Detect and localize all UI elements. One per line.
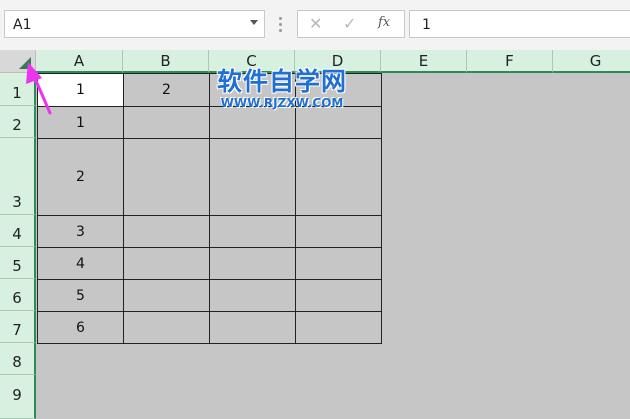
row-header-label: 3 — [12, 193, 22, 211]
column-header-g[interactable]: G — [553, 50, 630, 73]
row-header-6[interactable]: 6 — [0, 279, 36, 311]
drag-handle-icon[interactable] — [279, 16, 282, 32]
row-header-label: 4 — [12, 225, 22, 243]
watermark-url: WWW.RJZXW.COM — [220, 96, 344, 110]
row-header-1[interactable]: 1 — [0, 73, 36, 106]
cell-a1[interactable]: 1 — [37, 73, 124, 107]
row-header-label: 2 — [12, 116, 22, 134]
cell-c4[interactable] — [209, 215, 296, 248]
formula-value: 1 — [422, 17, 431, 33]
cell-d5[interactable] — [295, 247, 382, 280]
cell-b1[interactable]: 2 — [123, 73, 210, 107]
cell-b4[interactable] — [123, 215, 210, 248]
insert-function-icon[interactable]: fx — [378, 15, 390, 30]
row-header-5[interactable]: 5 — [0, 247, 36, 279]
name-box[interactable]: A1 — [4, 10, 265, 38]
row-header-3[interactable]: 3 — [0, 138, 36, 215]
select-all-triangle-icon[interactable] — [19, 57, 31, 69]
formula-bar: A1 ✕ ✓ fx 1 — [0, 0, 630, 50]
cell-b5[interactable] — [123, 247, 210, 280]
cell-c2[interactable] — [209, 106, 296, 139]
row-header-4[interactable]: 4 — [0, 215, 36, 247]
cell-b3[interactable] — [123, 138, 210, 216]
cell-d7[interactable] — [295, 311, 382, 344]
cell-a7[interactable]: 6 — [37, 311, 124, 344]
cell-a2[interactable]: 1 — [37, 106, 124, 139]
cell-a5[interactable]: 4 — [37, 247, 124, 280]
row-header-label: 5 — [12, 257, 22, 275]
row-header-label: 6 — [12, 289, 22, 307]
watermark-title: 软件自学网 — [216, 67, 347, 96]
cell-b2[interactable] — [123, 106, 210, 139]
cell-b7[interactable] — [123, 311, 210, 344]
cell-d6[interactable] — [295, 279, 382, 312]
formula-buttons: ✕ ✓ fx — [297, 10, 405, 38]
name-box-value: A1 — [13, 17, 32, 33]
column-header-a[interactable]: A — [36, 50, 123, 73]
cell-a6[interactable]: 5 — [37, 279, 124, 312]
cell-b6[interactable] — [123, 279, 210, 312]
cell-c7[interactable] — [209, 311, 296, 344]
data-range: 1 2 1 2 3 4 5 6 — [37, 73, 382, 344]
row-header-8[interactable]: 8 — [0, 343, 36, 375]
cell-d3[interactable] — [295, 138, 382, 216]
column-header-b[interactable]: B — [123, 50, 209, 73]
cell-a3[interactable]: 2 — [37, 138, 124, 216]
select-all-button[interactable] — [0, 50, 36, 73]
row-header-label: 1 — [12, 84, 22, 102]
cell-c3[interactable] — [209, 138, 296, 216]
cell-c5[interactable] — [209, 247, 296, 280]
watermark: 软件自学网 WWW.RJZXW.COM — [207, 67, 357, 111]
row-header-label: 7 — [12, 321, 22, 339]
formula-input[interactable]: 1 — [409, 10, 630, 38]
cell-d2[interactable] — [295, 106, 382, 139]
row-header-2[interactable]: 2 — [0, 106, 36, 138]
cell-a4[interactable]: 3 — [37, 215, 124, 248]
chevron-down-icon[interactable] — [250, 20, 258, 25]
cell-c6[interactable] — [209, 279, 296, 312]
column-header-f[interactable]: F — [467, 50, 553, 73]
row-header-label: 8 — [12, 353, 22, 371]
row-header-label: 9 — [12, 386, 22, 404]
enter-icon[interactable]: ✓ — [343, 14, 356, 33]
cell-d4[interactable] — [295, 215, 382, 248]
row-header-9[interactable]: 9 — [0, 375, 36, 419]
row-header-7[interactable]: 7 — [0, 311, 36, 343]
cancel-icon[interactable]: ✕ — [309, 14, 322, 33]
column-header-e[interactable]: E — [381, 50, 467, 73]
